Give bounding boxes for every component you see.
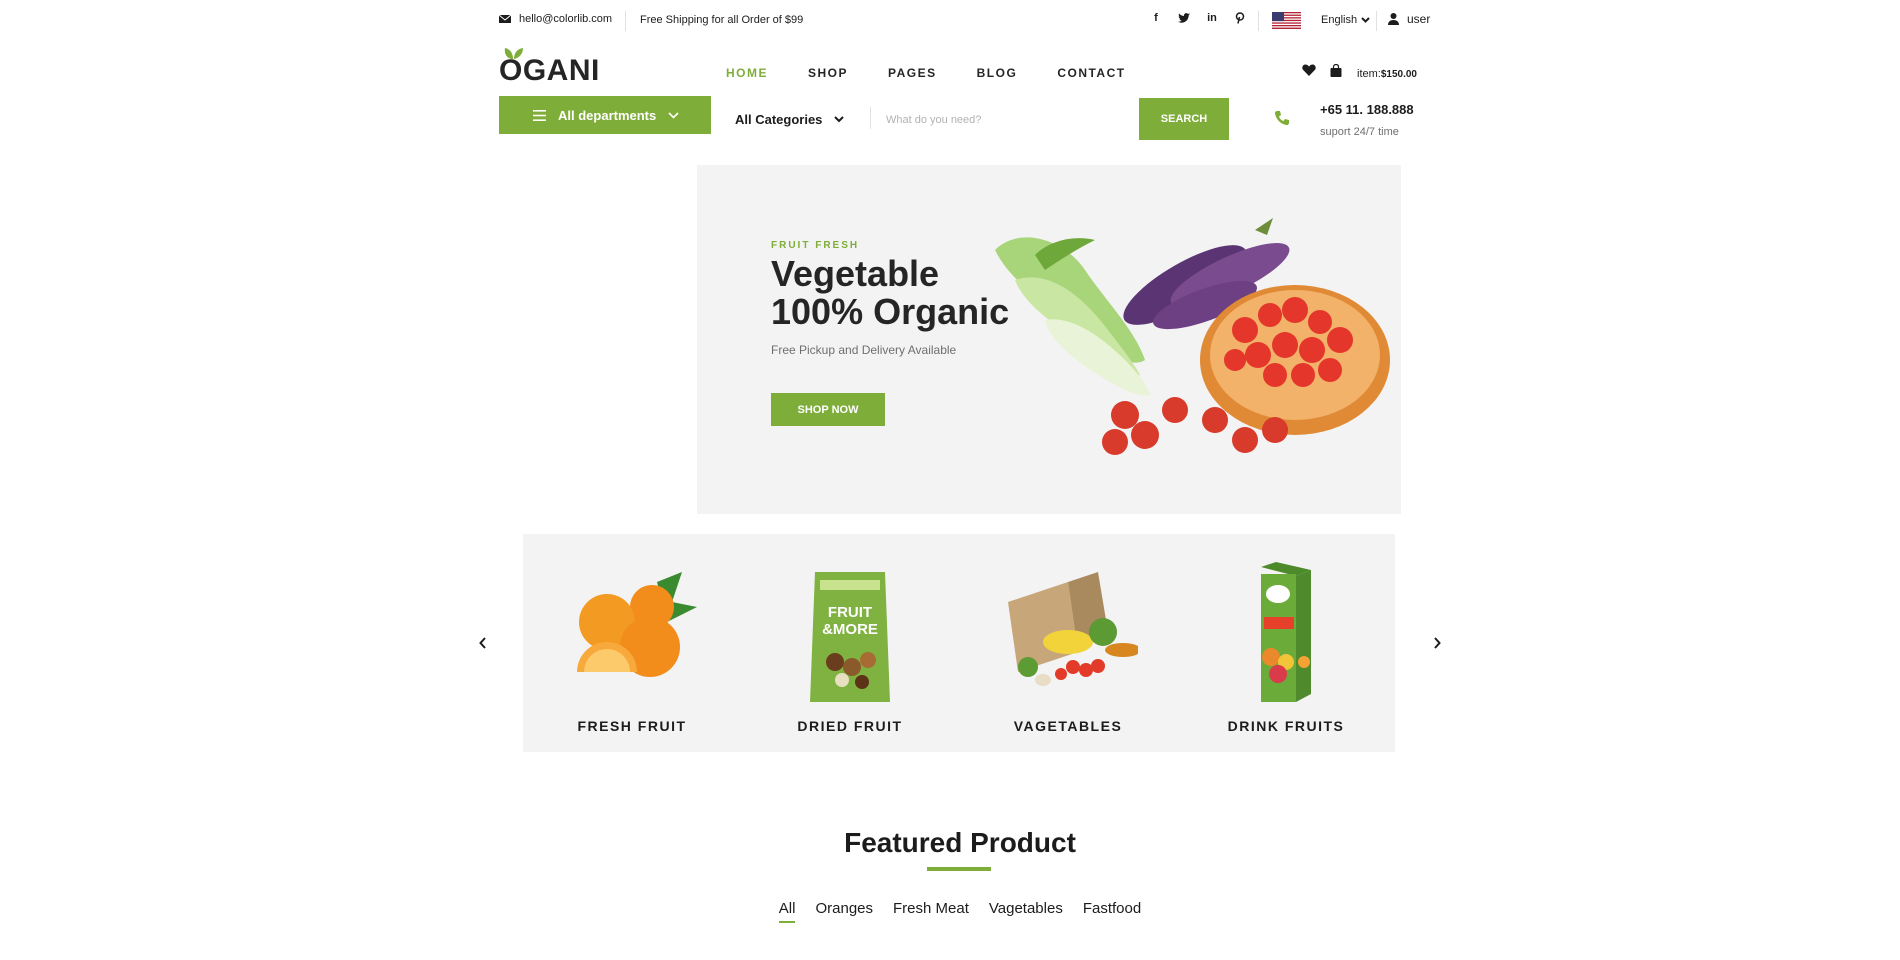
support-hours: suport 24/7 time [1320,126,1399,138]
carousel-next-button[interactable] [1427,633,1447,653]
filter-all[interactable]: All [778,900,796,923]
hero-tag: FRUIT FRESH [771,240,860,251]
category-label: All Categories [735,112,823,127]
category-item-vegetables[interactable]: VAGETABLES [959,534,1177,752]
featured-filters: All Oranges Fresh Meat Vagetables Fastfo… [0,900,1900,923]
cart-total[interactable]: item:$150.00 [1357,68,1417,80]
login-link[interactable]: user [1388,12,1430,26]
chevron-down-icon [834,116,845,123]
chevron-left-icon [479,637,486,649]
nav-shop[interactable]: SHOP [808,66,848,80]
hero-subtitle: Free Pickup and Delivery Available [771,343,957,357]
main-nav: HOME SHOP PAGES BLOG CONTACT [726,66,1126,80]
category-item-drink-fruits[interactable]: DRINK FRUITS [1177,534,1395,752]
email-text: hello@colorlib.com [519,13,613,25]
mail-icon [499,14,511,23]
category-label: DRIED FRUIT [797,718,903,734]
pinterest-icon[interactable] [1233,11,1247,25]
support-phone[interactable]: +65 11. 188.888 [1320,102,1414,117]
nav-blog[interactable]: BLOG [977,66,1018,80]
us-flag-icon[interactable] [1272,12,1301,29]
dried-fruit-image: FRUIT &MORE [810,572,890,702]
cart-price: $150.00 [1380,69,1417,80]
nav-home[interactable]: HOME [726,66,768,80]
chevron-right-icon [1434,637,1441,649]
cart-item-label: item: [1357,68,1381,80]
svg-text:&MORE: &MORE [822,621,878,638]
search-input[interactable] [886,110,1126,130]
featured-underline [927,867,991,871]
top-bar: hello@colorlib.com Free Shipping for all… [0,0,1900,42]
shipping-notice: Free Shipping for all Order of $99 [640,14,804,26]
fresh-fruit-image [577,572,697,677]
filter-oranges[interactable]: Oranges [815,900,873,923]
carousel-prev-button[interactable] [473,633,493,653]
chevron-down-icon [1361,17,1370,23]
category-item-fresh-fruit[interactable]: FRESH FRUIT [523,534,741,752]
language-selector[interactable]: English [1321,14,1370,26]
divider [625,11,626,31]
header-email[interactable]: hello@colorlib.com [499,13,612,25]
category-label: DRINK FRUITS [1227,718,1345,734]
divider [870,107,871,129]
svg-text:FRUIT: FRUIT [828,604,872,621]
departments-label: All departments [558,107,657,123]
divider [1258,11,1259,31]
twitter-icon[interactable] [1177,11,1191,25]
featured-title: Featured Product [844,827,1076,858]
nav-contact[interactable]: CONTACT [1057,66,1125,80]
all-departments-button[interactable]: All departments [499,96,711,134]
site-logo[interactable]: OGANI [499,54,600,88]
drink-fruits-image [1261,562,1311,702]
user-label: user [1407,12,1431,26]
user-icon [1388,13,1399,25]
facebook-icon[interactable]: f [1149,11,1163,25]
divider [1376,11,1377,31]
filter-fresh-meat[interactable]: Fresh Meat [893,900,969,923]
category-label: FRESH FRUIT [577,718,687,734]
filter-vagetables[interactable]: Vagetables [989,900,1063,923]
heart-icon[interactable] [1302,64,1316,76]
filter-fastfood[interactable]: Fastfood [1083,900,1141,923]
category-item-dried-fruit[interactable]: FRUIT &MORE DRIED FRUIT [741,534,959,752]
category-select[interactable]: All Categories [735,112,845,127]
phone-icon [1275,111,1289,125]
search-button[interactable]: SEARCH [1139,98,1229,140]
social-links: f in [1149,11,1247,25]
shop-now-button[interactable]: SHOP NOW [771,393,885,426]
vegetables-image [1008,572,1138,686]
nav-pages[interactable]: PAGES [888,66,937,80]
linkedin-icon[interactable]: in [1205,11,1219,25]
chevron-down-icon [668,111,679,119]
shopping-bag-icon[interactable] [1330,64,1342,77]
language-label: English [1321,14,1358,26]
menu-icon [533,109,546,121]
category-label: VAGETABLES [1013,718,1123,734]
hero-vegetables-image [995,218,1390,455]
